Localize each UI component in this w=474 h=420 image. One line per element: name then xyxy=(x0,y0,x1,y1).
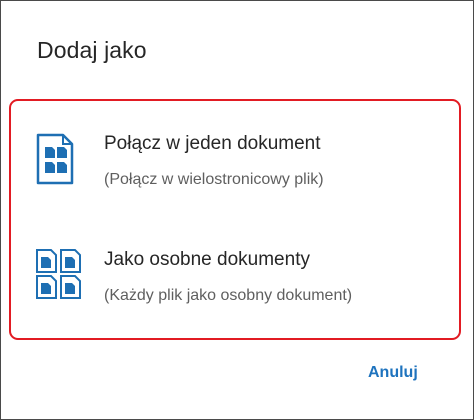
dialog-title: Dodaj jako xyxy=(37,37,147,63)
option-title: Połącz w jeden dokument xyxy=(104,133,321,154)
option-title: Jako osobne dokumenty xyxy=(104,249,310,270)
single-document-icon xyxy=(36,133,74,190)
options-group: Połącz w jeden dokument (Połącz w wielos… xyxy=(9,99,461,340)
add-as-dialog: Dodaj jako Połącz w jeden dokument (Połą… xyxy=(0,0,474,420)
option-single-document[interactable]: Połącz w jeden dokument (Połącz w wielos… xyxy=(11,119,459,219)
option-subtitle: (Każdy plik jako osobny dokument) xyxy=(104,287,353,304)
cancel-button[interactable]: Anuluj xyxy=(368,364,418,382)
option-separate-documents[interactable]: Jako osobne dokumenty (Każdy plik jako o… xyxy=(11,235,459,335)
multiple-documents-icon xyxy=(36,249,82,304)
option-subtitle: (Połącz w wielostronicowy plik) xyxy=(104,171,324,188)
